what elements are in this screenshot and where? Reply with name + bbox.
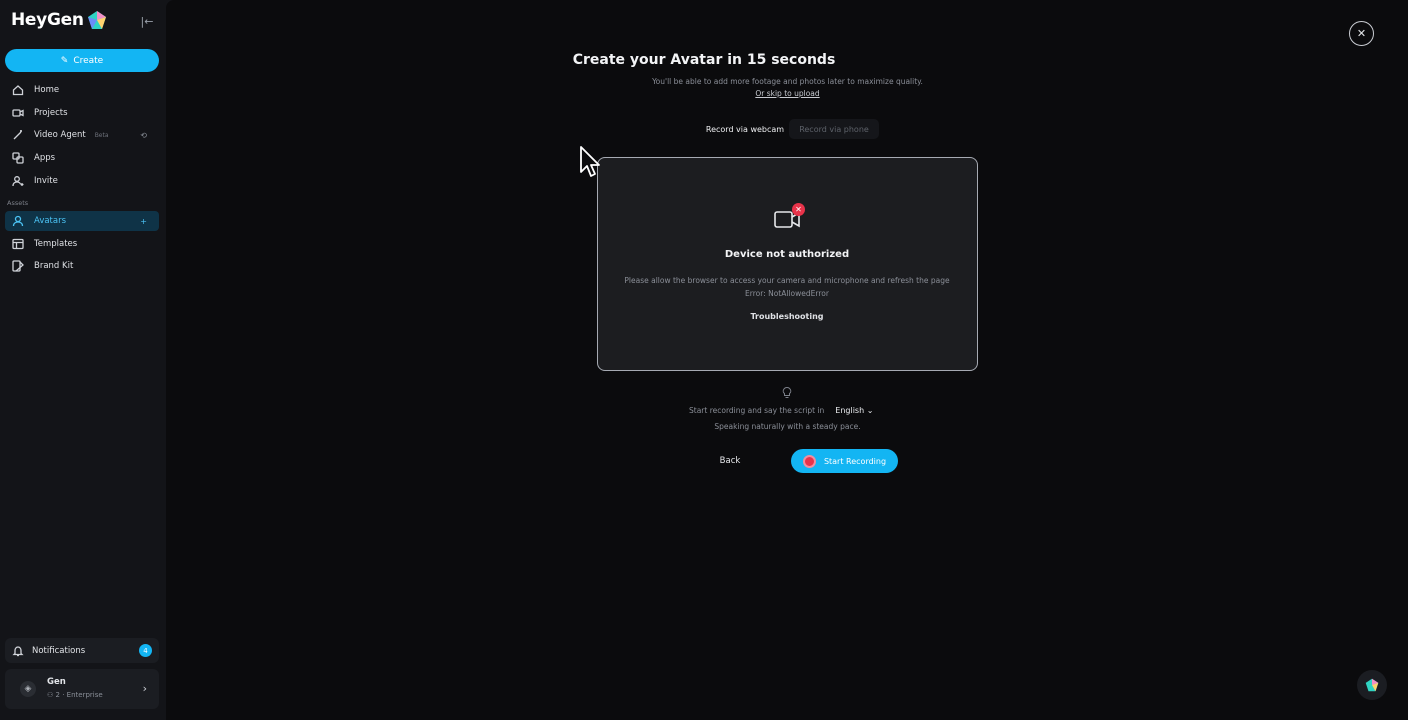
template-icon [12,238,24,249]
sidebar-item-invite[interactable]: Invite [5,171,159,191]
avatar-icon [12,215,24,227]
brand-logo[interactable]: HeyGen [11,10,107,30]
brand-name: HeyGen [11,10,84,30]
heygen-help-icon [1365,678,1379,692]
plan-label: · Enterprise [62,691,103,699]
sidebar-item-brand-kit[interactable]: Brand Kit [5,256,159,276]
members-icon: ⚇ [47,691,54,699]
account-switcher[interactable]: ◈ Gen ⚇ 2 · Enterprise › [5,669,159,709]
sidebar-item-video-agent[interactable]: Video Agent Beta ⟲ [5,125,159,145]
user-plus-icon [12,175,24,186]
wand-icon [13,130,22,140]
close-button[interactable]: ✕ [1349,21,1374,46]
page-title: Create your Avatar in 15 seconds [572,52,836,68]
account-name: Gen [47,677,66,687]
mouse-cursor-icon [580,146,600,177]
collapse-sidebar-icon[interactable]: |← [139,13,155,29]
start-recording-button[interactable]: Start Recording [791,449,898,473]
sidebar-item-avatars[interactable]: Avatars + [5,211,159,231]
device-error-message: Please allow the browser to access your … [624,276,950,285]
notification-count-badge: 4 [139,644,152,657]
brand-kit-icon [12,260,24,273]
troubleshooting-link[interactable]: Troubleshooting [598,312,976,321]
sidebar-item-apps[interactable]: Apps [5,148,159,168]
skip-to-upload-link[interactable]: Or skip to upload [0,89,1408,98]
record-mode-toggle: Record via webcam Record via phone [701,119,879,139]
workspace-avatar: ◈ [20,681,36,697]
lightbulb-icon [782,386,792,398]
chevron-right-icon: › [142,682,147,695]
page-subtitle: You'll be able to add more footage and p… [652,77,923,86]
apps-icon [12,152,24,164]
recording-hint: Start recording and say the script in En… [689,406,874,415]
error-x-icon: ✕ [792,203,805,216]
notifications-button[interactable]: Notifications 4 [5,638,159,663]
help-chat-button[interactable] [1357,670,1387,700]
heygen-logo-icon [87,11,106,29]
recording-hint-secondary: Speaking naturally with a steady pace. [714,422,861,431]
sidebar-item-projects[interactable]: Projects [5,103,159,123]
device-error-title: Device not authorized [724,249,850,260]
member-count: 2 [55,691,60,699]
tab-record-via-phone[interactable]: Record via phone [789,119,879,139]
record-dot-icon [802,454,816,468]
assets-nav: Avatars + Templates Brand Kit [5,211,159,279]
sidebar: HeyGen |← ✎ Create Home Projects Video A… [0,0,166,720]
add-avatar-icon[interactable]: + [140,217,147,226]
account-meta: ⚇ 2 · Enterprise [47,691,103,699]
assets-section-label: Assets [7,199,29,207]
device-error-code: Error: NotAllowedError [745,289,829,298]
sidebar-item-templates[interactable]: Templates [5,234,159,254]
video-icon [12,109,24,117]
chevron-down-icon: ⌄ [866,406,874,415]
tab-record-via-webcam[interactable]: Record via webcam [701,119,789,139]
webcam-preview-box: ✕ Device not authorized Please allow the… [597,157,978,371]
language-select[interactable]: English ⌄ [835,406,873,415]
beta-badge: Beta [94,131,109,139]
video-agent-history-icon[interactable]: ⟲ [140,131,147,140]
bell-icon [12,645,24,656]
close-icon: ✕ [1356,27,1367,40]
back-button[interactable]: Back [711,452,749,470]
